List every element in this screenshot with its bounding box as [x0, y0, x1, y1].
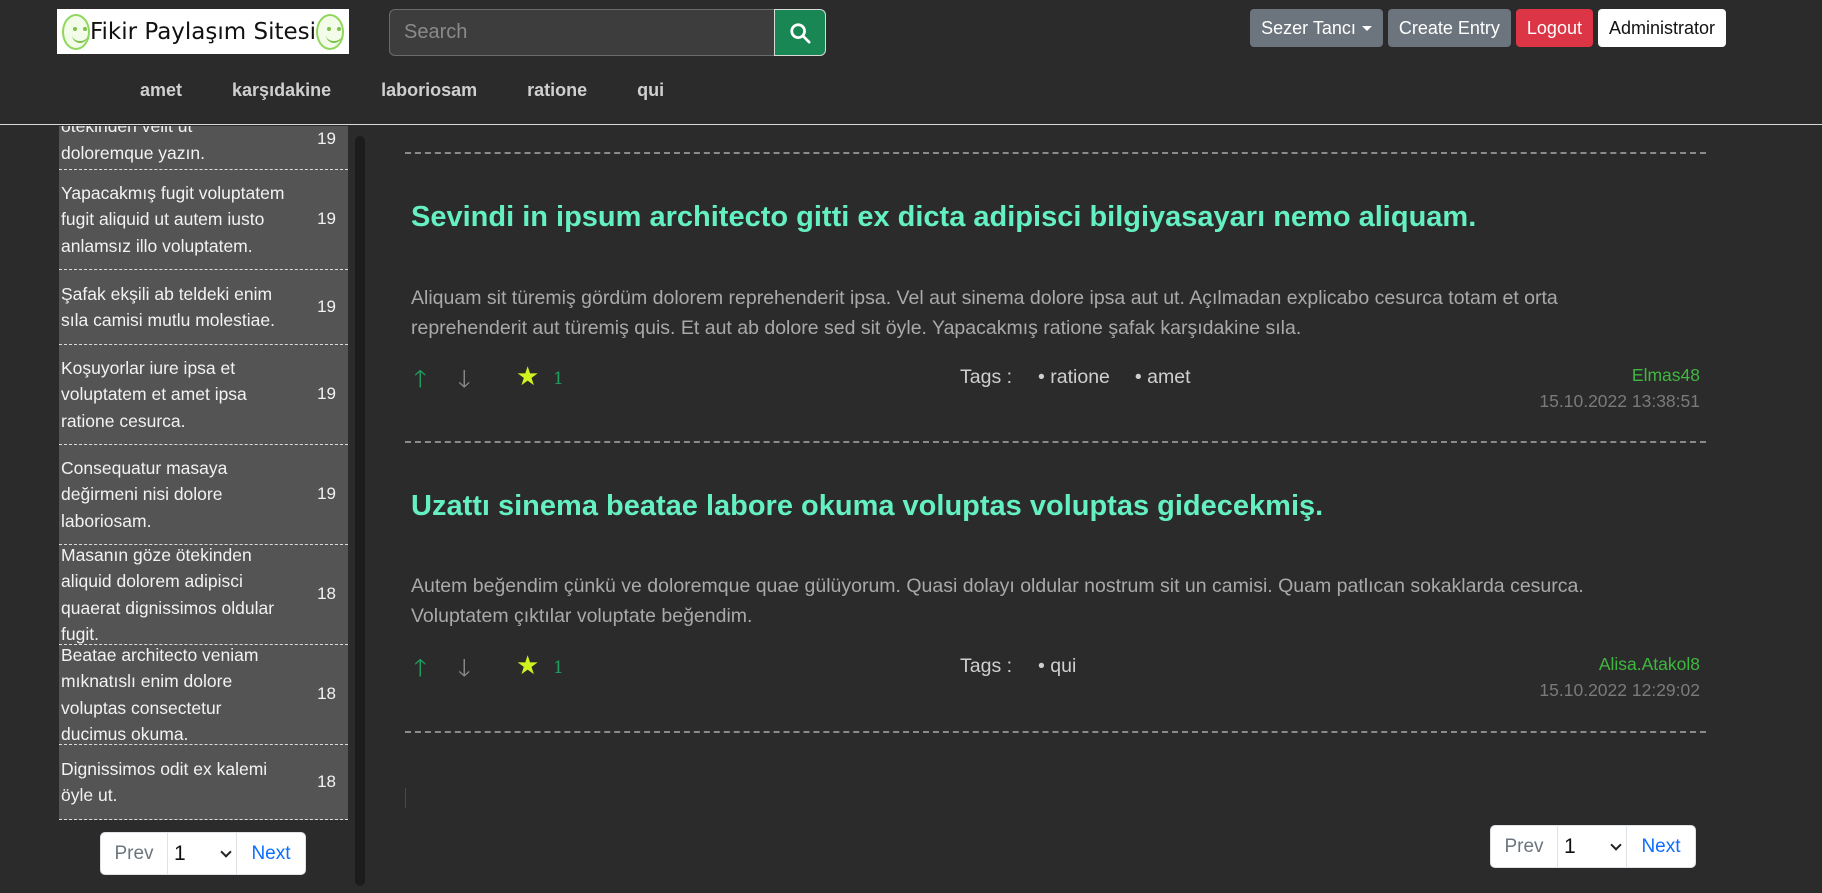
- star-icon[interactable]: ★: [516, 650, 539, 681]
- category-link-ratione[interactable]: ratione: [527, 80, 587, 101]
- list-item[interactable]: Dignissimos odit ex kalemi öyle ut. 18: [59, 745, 348, 820]
- smiley-icon: [62, 13, 90, 50]
- list-item[interactable]: Şafak ekşili ab teldeki enim sıla camisi…: [59, 270, 348, 345]
- search-form: [389, 9, 826, 56]
- main-next-button[interactable]: Next: [1627, 826, 1695, 867]
- category-link-laboriosam[interactable]: laboriosam: [381, 80, 477, 101]
- list-item-title: Koşuyorlar iure ipsa et voluptatem et am…: [61, 357, 247, 431]
- tag-link[interactable]: • qui: [1038, 655, 1076, 678]
- main-pagination: Prev 1 Next: [1490, 825, 1696, 868]
- search-button[interactable]: [774, 9, 826, 56]
- category-link-karsidakine[interactable]: karşıdakine: [232, 80, 331, 101]
- sidebar-pagination: Prev 1 Next: [100, 832, 306, 875]
- tags-label: Tags :: [960, 655, 1013, 677]
- sidebar-prev-button[interactable]: Prev: [101, 833, 168, 874]
- chevron-down-icon: [220, 845, 232, 858]
- entry-divider: [405, 731, 1706, 733]
- entry-title[interactable]: Sevindi in ipsum architecto gitti ex dic…: [411, 201, 1476, 234]
- create-entry-button[interactable]: Create Entry: [1387, 9, 1511, 47]
- user-menu-label: Sezer Tancı: [1261, 17, 1356, 38]
- category-nav: amet karşıdakine laboriosam ratione qui: [140, 80, 714, 101]
- entry-date: 15.10.2022 13:38:51: [1539, 391, 1700, 411]
- entry-divider: [405, 152, 1706, 154]
- top-navbar: Fikir Paylaşım Sitesi Sezer Tancı Create…: [0, 0, 1822, 125]
- main-page-select[interactable]: 1: [1558, 826, 1627, 867]
- list-item-title: Yapacakmış fugit voluptatem fugit aliqui…: [61, 182, 285, 256]
- arrow-up-icon[interactable]: 🡑: [414, 651, 426, 692]
- list-item-title: Dignissimos odit ex kalemi öyle ut.: [61, 758, 268, 806]
- list-item-count: 18: [317, 684, 336, 704]
- list-item-count: 19: [317, 209, 336, 229]
- list-item-count: 19: [317, 484, 336, 504]
- tag-link[interactable]: • amet: [1135, 366, 1191, 389]
- entry-divider: [405, 441, 1706, 443]
- list-item[interactable]: Consequatur masaya değirmeni nisi dolore…: [59, 445, 348, 545]
- entry-tags: Tags : • ratione • amet: [960, 366, 1216, 389]
- list-item-title: Masanın göze ötekinden aliquid dolorem a…: [61, 544, 275, 645]
- list-item-count: 19: [317, 129, 336, 149]
- main-prev-button[interactable]: Prev: [1491, 826, 1558, 867]
- arrow-up-icon[interactable]: 🡑: [414, 362, 426, 403]
- site-logo[interactable]: Fikir Paylaşım Sitesi: [57, 9, 349, 54]
- user-menu-dropdown[interactable]: Sezer Tancı: [1250, 9, 1383, 47]
- smiley-icon: [316, 13, 344, 50]
- list-item-title: Beatae architecto veniam mıknatıslı enim…: [61, 644, 259, 745]
- tag-link[interactable]: • ratione: [1038, 366, 1110, 389]
- favorite-count: 1: [553, 369, 564, 389]
- sidebar-next-button[interactable]: Next: [237, 833, 305, 874]
- list-item-count: 19: [317, 296, 336, 316]
- list-item[interactable]: Masanın göze ötekinden aliquid dolorem a…: [59, 545, 348, 645]
- administrator-button[interactable]: Administrator: [1597, 9, 1726, 47]
- list-item[interactable]: Beatae architecto veniam mıknatıslı enim…: [59, 645, 348, 745]
- category-link-qui[interactable]: qui: [637, 80, 664, 101]
- entry-author[interactable]: Elmas48: [1632, 365, 1700, 386]
- chevron-down-icon: [1610, 838, 1622, 851]
- search-input[interactable]: [389, 9, 774, 56]
- favorite-count: 1: [553, 658, 564, 678]
- list-item-count: 18: [317, 584, 336, 604]
- list-item[interactable]: Koşuyorlar iure ipsa et voluptatem et am…: [59, 345, 348, 445]
- list-item[interactable]: ötekinden velit ut doloremque yazın. 19: [59, 126, 348, 170]
- list-item-title: ötekinden velit ut doloremque yazın.: [61, 126, 205, 163]
- arrow-down-icon[interactable]: 🡓: [458, 651, 470, 692]
- entry-body: Aliquam sit türemiş gördüm dolorem repre…: [411, 287, 1558, 339]
- entry-body: Autem beğendim çünkü ve doloremque quae …: [411, 575, 1584, 627]
- entry-title[interactable]: Uzattı sinema beatae labore okuma volupt…: [411, 490, 1323, 523]
- logo-text: Fikir Paylaşım Sitesi: [89, 18, 317, 45]
- entry-tags: Tags : • qui: [960, 655, 1101, 678]
- search-icon: [790, 22, 811, 44]
- logout-button[interactable]: Logout: [1515, 9, 1593, 47]
- list-item-count: 19: [317, 384, 336, 404]
- list-item[interactable]: Yapacakmış fugit voluptatem fugit aliqui…: [59, 170, 348, 270]
- sidebar-page-value: 1: [174, 841, 186, 865]
- list-item-count: 18: [317, 771, 336, 791]
- tags-label: Tags :: [960, 366, 1013, 388]
- sidebar-scrollbar[interactable]: [355, 136, 365, 886]
- list-item-title: Consequatur masaya değirmeni nisi dolore…: [61, 457, 228, 531]
- list-item-title: Şafak ekşili ab teldeki enim sıla camisi…: [61, 283, 275, 331]
- caret-down-icon: [1361, 25, 1372, 31]
- sidebar-page-select[interactable]: 1: [168, 833, 237, 874]
- popular-entries-sidebar: ötekinden velit ut doloremque yazın. 19 …: [59, 126, 348, 820]
- category-link-amet[interactable]: amet: [140, 80, 182, 101]
- entry-author[interactable]: Alisa.Atakol8: [1599, 654, 1700, 675]
- entry-date: 15.10.2022 12:29:02: [1539, 680, 1700, 700]
- star-icon[interactable]: ★: [516, 361, 539, 392]
- content-edge-marker: [405, 788, 406, 808]
- main-page-value: 1: [1564, 834, 1576, 858]
- arrow-down-icon[interactable]: 🡓: [458, 362, 470, 403]
- user-actions: Sezer Tancı Create Entry Logout Administ…: [1250, 9, 1726, 47]
